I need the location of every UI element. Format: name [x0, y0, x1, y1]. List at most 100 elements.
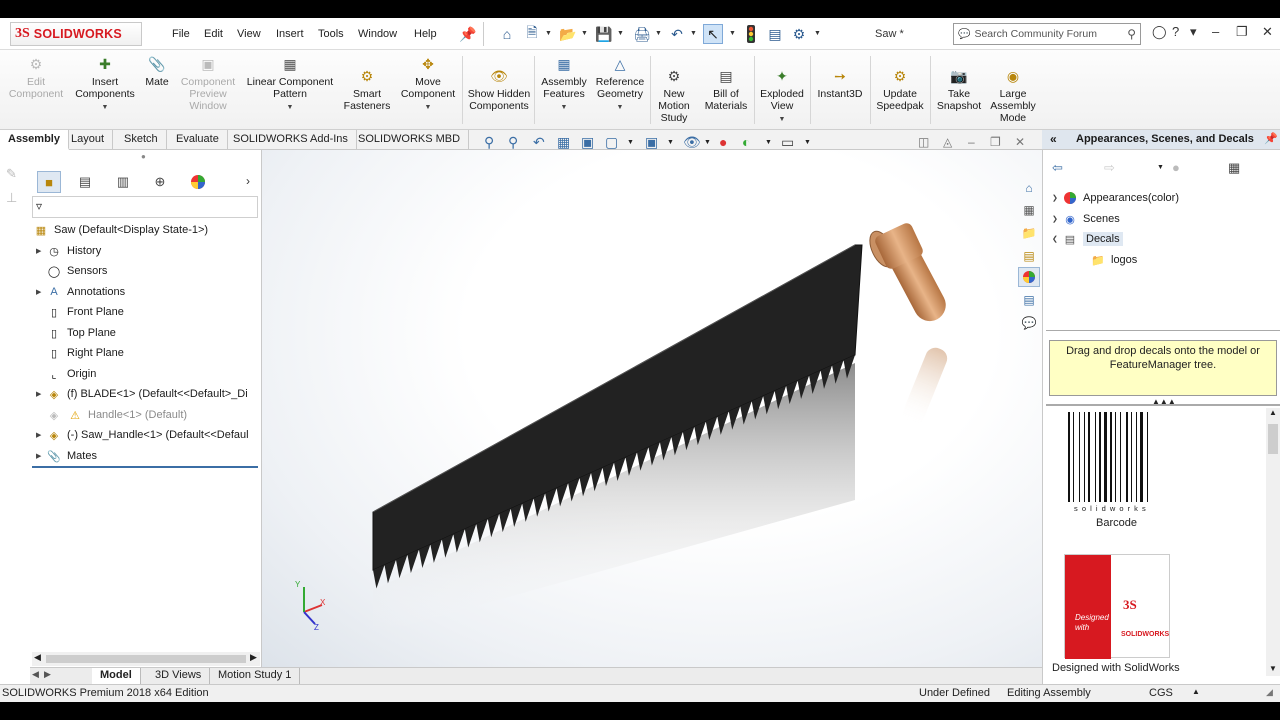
- tree-item-right-plane[interactable]: ▯ Right Plane: [36, 343, 124, 363]
- display-manager-tab-icon[interactable]: [186, 171, 210, 193]
- splitter-grip-icon[interactable]: ▲▲▲: [1152, 397, 1176, 406]
- tree-item-top-plane[interactable]: ▯ Top Plane: [36, 323, 116, 343]
- tab-solidworks-mbd[interactable]: SOLIDWORKS MBD: [350, 130, 470, 150]
- tree-item-saw-handle[interactable]: ▶ ◈ (-) Saw_Handle<1> (Default<<Defaul: [36, 425, 249, 445]
- task-tree-scenes[interactable]: ❯ ◉ Scenes: [1052, 209, 1120, 229]
- scroll-left-icon[interactable]: ◀: [34, 652, 41, 663]
- tab-model[interactable]: Model: [92, 668, 141, 684]
- chevron-right-icon[interactable]: ›: [246, 174, 250, 188]
- menu-insert[interactable]: Insert: [276, 28, 304, 40]
- chevron-down-icon[interactable]: ▼: [729, 30, 736, 37]
- chevron-down-icon[interactable]: ▼: [545, 30, 552, 37]
- tab-solidworks-add-ins[interactable]: SOLIDWORKS Add-Ins: [225, 130, 357, 150]
- dynamic-annotation-icon[interactable]: ▣: [581, 134, 594, 151]
- menu-help[interactable]: Help: [414, 28, 437, 40]
- chevron-right-icon[interactable]: ❯: [1052, 194, 1062, 202]
- close-icon[interactable]: ✕: [1015, 135, 1025, 149]
- chevron-down-icon[interactable]: ▼: [561, 102, 568, 114]
- bill-of-materials-button[interactable]: ▤ Bill of Materials: [700, 66, 752, 112]
- scroll-right-icon[interactable]: ▶: [250, 652, 257, 663]
- scroll-left-icon[interactable]: ◀: [32, 669, 39, 680]
- chevron-down-icon[interactable]: ▼: [690, 30, 697, 37]
- rollback-bar[interactable]: [32, 466, 258, 468]
- display-style-icon[interactable]: ▣: [645, 134, 658, 151]
- forward-arrow-icon[interactable]: ⇨: [1104, 160, 1115, 176]
- tree-item-mates[interactable]: ▶ 📎 Mates: [36, 446, 97, 466]
- chevron-down-icon[interactable]: ▾: [1190, 24, 1197, 40]
- home-icon[interactable]: ⌂: [497, 24, 517, 44]
- options-gear-icon[interactable]: ⚙: [789, 24, 809, 44]
- tree-item-sensors[interactable]: ◯ Sensors: [36, 261, 108, 281]
- vertical-scrollbar[interactable]: ▲ ▼: [1266, 408, 1280, 676]
- exploded-view-button[interactable]: ✦ Exploded View ▼: [756, 66, 808, 126]
- chevron-down-icon[interactable]: ▼: [627, 139, 634, 146]
- chevron-down-icon[interactable]: ▼: [617, 102, 624, 114]
- smart-fasteners-button[interactable]: ⚙ Smart Fasteners: [340, 66, 394, 112]
- scrollbar-thumb[interactable]: [1268, 424, 1278, 454]
- saw-model[interactable]: X Y Z: [262, 150, 1042, 667]
- chevron-right-icon[interactable]: ▶: [36, 431, 46, 439]
- tab-motion-study-1[interactable]: Motion Study 1: [210, 668, 301, 684]
- design-library-icon[interactable]: ▦: [1018, 200, 1040, 220]
- chevron-down-icon[interactable]: ▼: [425, 102, 432, 114]
- view-settings-icon[interactable]: ▭: [781, 134, 794, 151]
- zoom-to-fit-icon[interactable]: ⚲: [484, 134, 494, 151]
- minimize-icon[interactable]: –: [968, 135, 975, 149]
- tree-item-origin[interactable]: ⌞ Origin: [36, 364, 96, 384]
- undo-icon[interactable]: ↶: [667, 24, 687, 44]
- show-hidden-components-button[interactable]: 👁 Show Hidden Components: [466, 66, 532, 112]
- add-to-library-icon[interactable]: ▦: [1228, 160, 1240, 176]
- chevron-down-icon[interactable]: ❮: [1052, 235, 1062, 243]
- pin-icon[interactable]: 📌: [458, 24, 478, 44]
- chevron-right-icon[interactable]: ▶: [36, 247, 46, 255]
- resize-grip-icon[interactable]: ◢: [1266, 687, 1273, 698]
- chevron-right-icon[interactable]: ▶: [36, 452, 46, 460]
- chevron-up-icon[interactable]: ▲: [1192, 687, 1200, 696]
- menu-window[interactable]: Window: [358, 28, 397, 40]
- chevron-down-icon[interactable]: ▼: [102, 102, 109, 114]
- move-component-button[interactable]: ✥ Move Component ▼: [396, 54, 460, 114]
- chevron-down-icon[interactable]: ▼: [287, 102, 294, 114]
- forum-icon[interactable]: 💬: [1018, 313, 1040, 333]
- tab-evaluate[interactable]: Evaluate: [168, 130, 228, 150]
- horizontal-scrollbar[interactable]: ◀ ▶: [32, 652, 260, 666]
- tree-item-blade[interactable]: ▶ ◈ (f) BLADE<1> (Default<<Default>_Di: [36, 384, 248, 404]
- take-snapshot-button[interactable]: 📷 Take Snapshot: [932, 66, 986, 112]
- restore-icon[interactable]: ❐: [1236, 24, 1248, 40]
- chevron-down-icon[interactable]: ▼: [804, 139, 811, 146]
- tree-item-annotations[interactable]: ▶ A Annotations: [36, 282, 125, 302]
- panel-grip-icon[interactable]: ●: [141, 152, 146, 161]
- chevron-down-icon[interactable]: ▼: [779, 114, 786, 126]
- chevron-down-icon[interactable]: ▼: [617, 30, 624, 37]
- user-icon[interactable]: ◯: [1152, 24, 1167, 40]
- viewport-split-icon[interactable]: ◫: [918, 135, 929, 149]
- update-speedpak-button[interactable]: ⚙ Update Speedpak: [872, 66, 928, 112]
- help-question-icon[interactable]: ?: [1172, 24, 1179, 39]
- viewport-split-icon[interactable]: ◬: [943, 135, 952, 149]
- select-cursor-icon[interactable]: ↖: [703, 24, 723, 44]
- previous-view-icon[interactable]: ↶: [533, 134, 545, 151]
- rebuild-traffic-light-icon[interactable]: [741, 24, 761, 44]
- decal-designed-with-solidworks[interactable]: Designed with 3S SOLIDWORKS: [1064, 554, 1170, 659]
- task-tree-appearances[interactable]: ❯ Appearances(color): [1052, 188, 1179, 208]
- collapse-double-chevron-icon[interactable]: «: [1050, 132, 1057, 146]
- instant3d-button[interactable]: ➙ Instant3D: [812, 66, 868, 100]
- close-icon[interactable]: ✕: [1262, 24, 1273, 40]
- menu-tools[interactable]: Tools: [318, 28, 344, 40]
- new-document-icon[interactable]: 🗎: [522, 24, 542, 44]
- tree-item-front-plane[interactable]: ▯ Front Plane: [36, 302, 124, 322]
- tab-layout[interactable]: Layout: [63, 130, 114, 150]
- section-view-icon[interactable]: ▦: [557, 134, 570, 151]
- filter-funnel-icon[interactable]: ▿: [36, 199, 42, 213]
- scroll-up-icon[interactable]: ▲: [1269, 408, 1277, 417]
- feature-manager-tab-icon[interactable]: ■: [37, 171, 61, 193]
- scroll-right-icon[interactable]: ▶: [44, 669, 51, 680]
- tree-item-handle[interactable]: ◈ ⚠ Handle<1> (Default): [36, 405, 187, 425]
- reference-geometry-button[interactable]: △ Reference Geometry ▼: [592, 54, 648, 114]
- menu-file[interactable]: File: [172, 28, 190, 40]
- dimxpert-tab-icon[interactable]: ⊕: [148, 171, 172, 193]
- new-motion-study-button[interactable]: ⚙ New Motion Study: [652, 66, 696, 124]
- smart-dimension-icon[interactable]: ⊥: [6, 190, 17, 206]
- view-palette-icon[interactable]: ▤: [1018, 246, 1040, 266]
- status-units[interactable]: CGS: [1149, 687, 1173, 699]
